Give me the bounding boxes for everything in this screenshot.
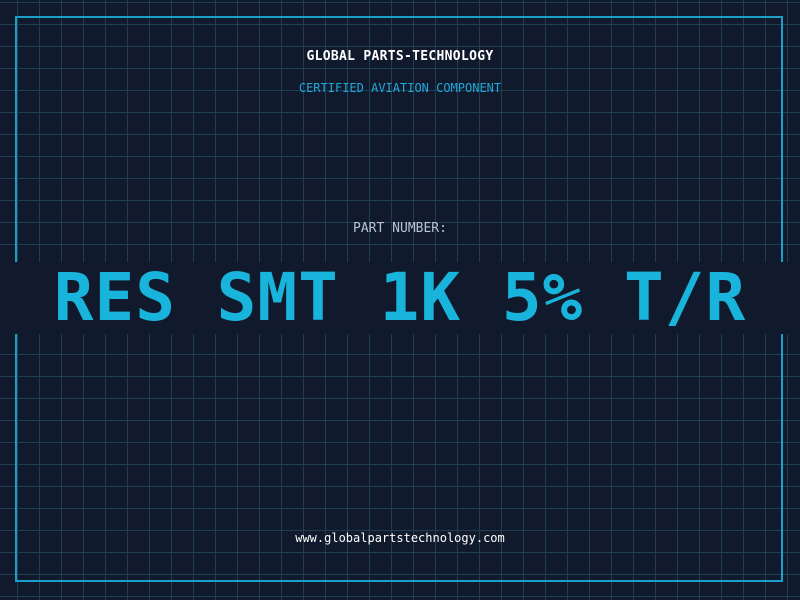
brand-title: GLOBAL PARTS-TECHNOLOGY <box>306 49 494 64</box>
brand-subtitle: CERTIFIED AVIATION COMPONENT <box>298 81 502 95</box>
part-number-value: RES SMT 1K 5% T/R <box>53 259 747 336</box>
website-url: www.globalpartstechnology.com <box>295 531 505 545</box>
part-number-label: PART NUMBER: <box>353 221 447 236</box>
